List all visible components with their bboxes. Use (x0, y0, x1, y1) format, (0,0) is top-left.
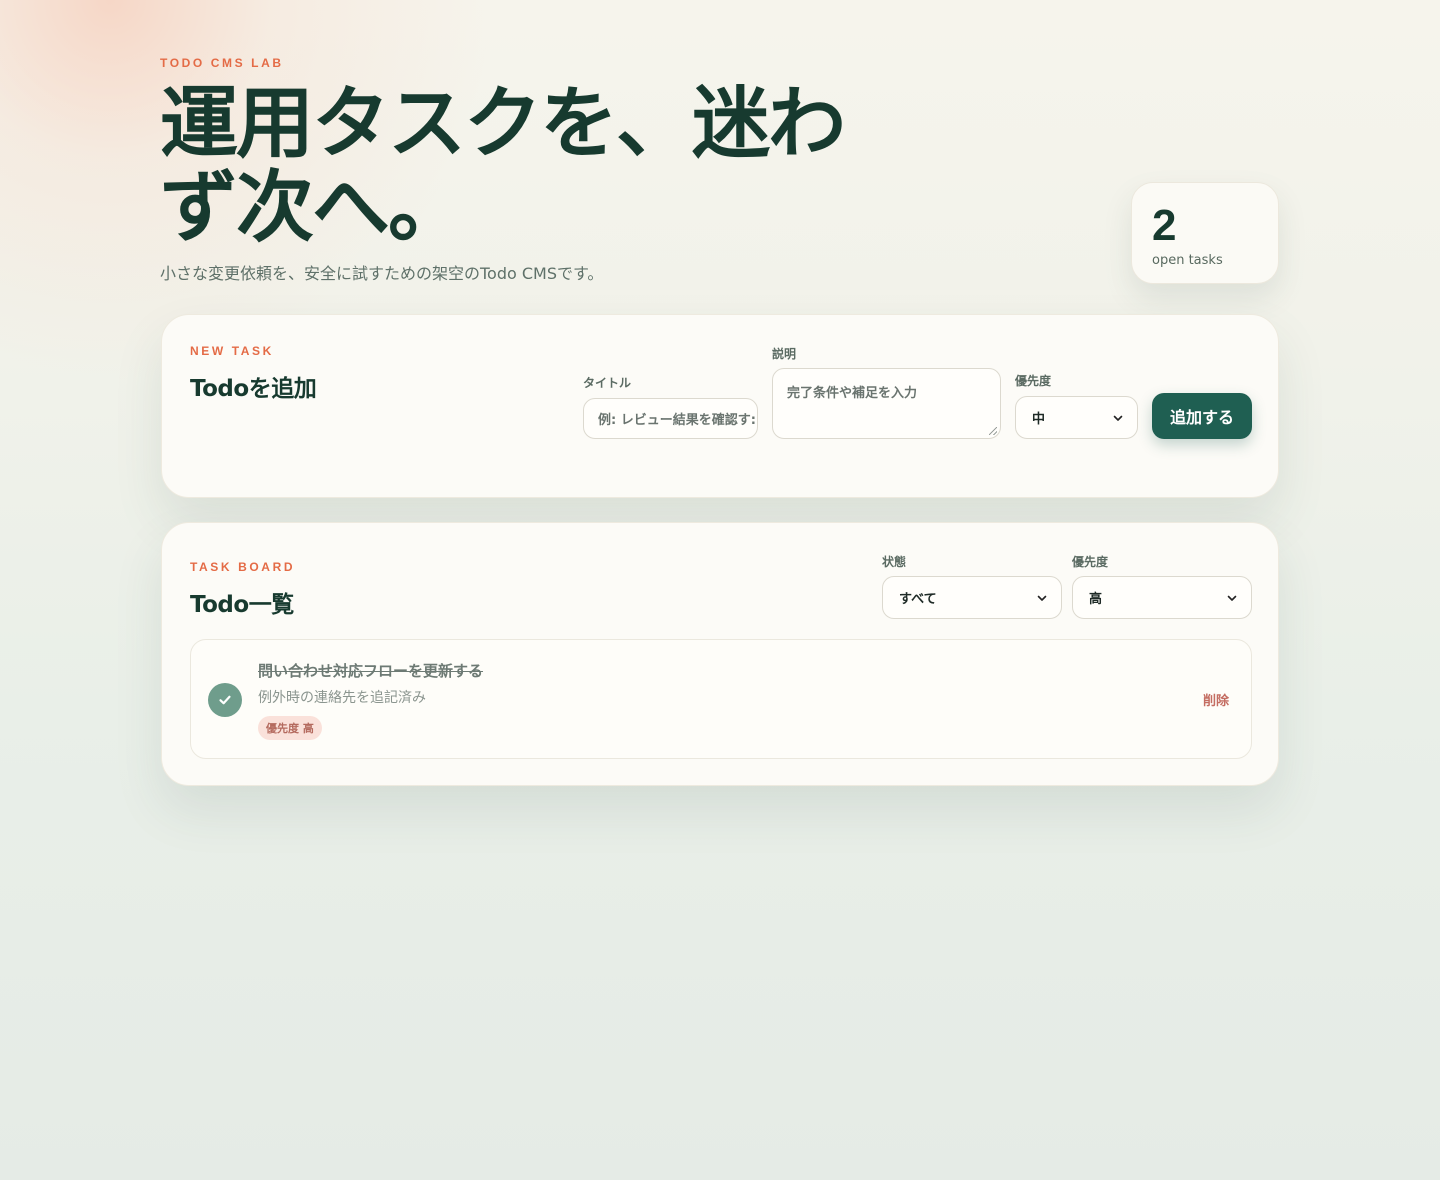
page-subtitle: 小さな変更依頼を、安全に試すための架空のTodo CMSです。 (160, 264, 604, 283)
priority-badge: 優先度 高 (258, 716, 322, 740)
chevron-down-icon (1227, 595, 1237, 601)
priority-field-label: 優先度 (1015, 374, 1052, 388)
status-filter-label: 状態 (882, 555, 907, 569)
resize-handle-icon[interactable] (989, 427, 997, 435)
task-complete-toggle[interactable] (208, 683, 242, 717)
task-item: 問い合わせ対応フローを更新する 例外時の連絡先を追記済み 優先度 高 削除 (190, 639, 1252, 759)
new-task-title: Todoを追加 (190, 376, 317, 402)
status-filter-select[interactable]: すべて (882, 576, 1062, 619)
title-input[interactable]: 例: レビュー結果を確認す: (583, 398, 758, 439)
hero: TODO CMS LAB 運用タスクを、迷わず次へ。 小さな変更依頼を、安全に試… (160, 56, 920, 284)
page-title: 運用タスクを、迷わず次へ。 (160, 79, 846, 253)
chevron-down-icon (1037, 595, 1047, 601)
priority-filter-label: 優先度 (1072, 555, 1109, 569)
priority-select[interactable]: 中 (1015, 396, 1138, 439)
title-field-label: タイトル (583, 376, 632, 390)
priority-filter-value: 高 (1089, 592, 1103, 607)
description-textarea[interactable]: 完了条件や補足を入力 (772, 368, 1001, 439)
task-description: 例外時の連絡先を追記済み (258, 690, 426, 706)
check-icon (219, 695, 231, 705)
task-board-eyebrow: TASK BOARD (190, 560, 296, 574)
hero-eyebrow: TODO CMS LAB (160, 56, 284, 70)
description-field-label: 説明 (772, 347, 797, 361)
task-title: 問い合わせ対応フローを更新する (258, 662, 484, 680)
open-tasks-label: open tasks (1152, 253, 1223, 268)
open-tasks-count: 2 (1152, 201, 1177, 250)
task-board-title: Todo一覧 (190, 592, 294, 618)
delete-task-button[interactable]: 削除 (1203, 690, 1229, 709)
add-task-button[interactable]: 追加する (1152, 393, 1252, 439)
open-tasks-card: 2 open tasks (1131, 182, 1279, 284)
chevron-down-icon (1113, 415, 1123, 421)
new-task-panel: NEW TASK Todoを追加 タイトル 例: レビュー結果を確認す: 説明 … (161, 314, 1279, 498)
priority-filter-select[interactable]: 高 (1072, 576, 1252, 619)
status-filter-value: すべて (899, 592, 937, 607)
new-task-eyebrow: NEW TASK (190, 344, 274, 358)
task-board-panel: TASK BOARD Todo一覧 状態 すべて 優先度 高 問い合わせ対応フロ… (161, 522, 1279, 786)
description-placeholder: 完了条件や補足を入力 (787, 386, 918, 401)
priority-select-value: 中 (1032, 412, 1046, 427)
